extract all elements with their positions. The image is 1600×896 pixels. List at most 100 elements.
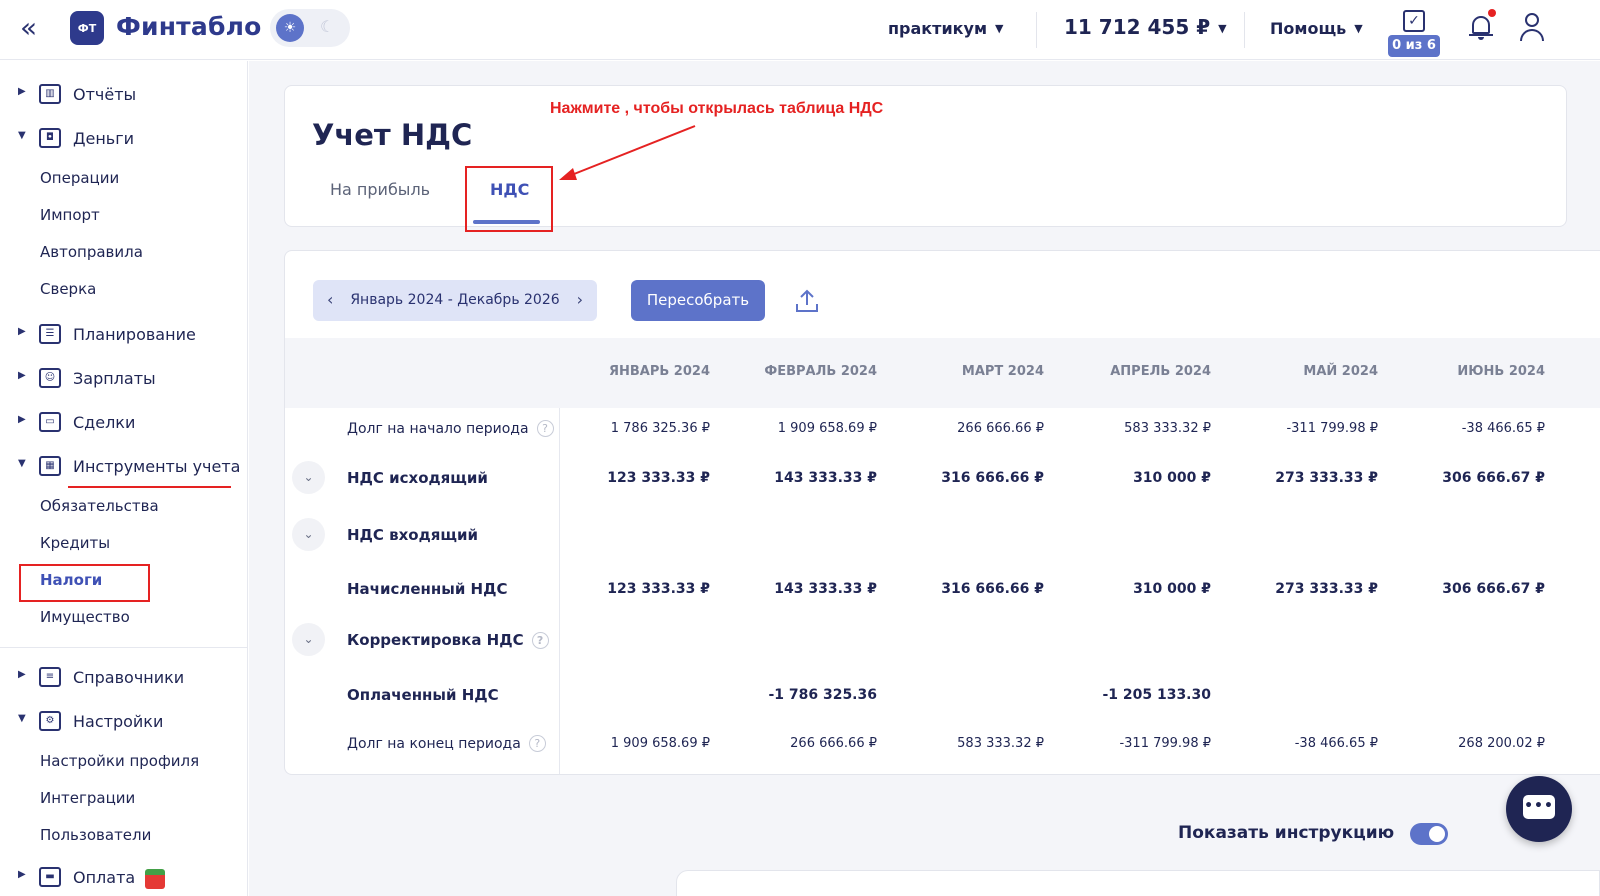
app-name: Финтабло (116, 12, 262, 41)
column-header: АПРЕЛЬ 2024 (1110, 364, 1211, 379)
moon-icon[interactable]: ☾ (320, 17, 334, 36)
top-bar: « ФТ Финтабло ☀ ☾ практикум ▼ 11 712 455 … (0, 0, 1600, 60)
notifications-bell-icon[interactable] (1468, 9, 1496, 42)
column-header: МАРТ 2024 (961, 364, 1044, 379)
column-header: МАЙ 2024 (1303, 364, 1378, 379)
annotation-text: Нажмите , чтобы открылась таблица НДС (550, 100, 884, 117)
sun-icon[interactable]: ☀ (276, 14, 304, 42)
user-profile-icon[interactable] (1518, 12, 1546, 42)
table-cell: 1 909 658.69 ₽ (777, 421, 877, 436)
annotation-arrow (559, 125, 696, 180)
sidebar-item-settings[interactable]: ▼ ⚙ Настройки (0, 704, 248, 740)
tab-profit[interactable]: На прибыль (330, 180, 430, 199)
column-header: ФЕВРАЛЬ 2024 (764, 364, 877, 379)
table-cell: 273 333.33 ₽ (1275, 581, 1378, 597)
notification-dot (1488, 9, 1496, 17)
sidebar-item-autorules[interactable]: Автоправила (40, 243, 143, 261)
reports-icon: ▥ (39, 84, 61, 104)
chevron-right-icon: ▶ (18, 669, 26, 680)
annotation-highlight-box (19, 564, 150, 602)
export-icon[interactable] (795, 288, 819, 314)
sidebar-item-operations[interactable]: Операции (40, 169, 119, 187)
sidebar-item-label: Зарплаты (73, 369, 156, 388)
row-label-text: Долг на начало периода (347, 421, 529, 437)
divider (1036, 12, 1037, 48)
org-select[interactable]: практикум ▼ (888, 19, 1003, 38)
table-icon: ▦ (39, 456, 61, 476)
help-menu[interactable]: Помощь ▼ (1270, 19, 1363, 38)
sidebar-item-accounting-tools[interactable]: ▼ ▦ Инструменты учета (0, 449, 248, 485)
table-cell: 1 786 325.36 ₽ (610, 421, 710, 436)
sidebar-item-salaries[interactable]: ▶ ☺ Зарплаты (0, 361, 248, 397)
clipboard-icon: ≡ (39, 667, 61, 687)
sidebar-item-directories[interactable]: ▶ ≡ Справочники (0, 660, 248, 696)
period-label: Январь 2024 - Декабрь 2026 (350, 292, 560, 308)
sidebar-item-payment[interactable]: ▶ ▬ Оплата (0, 860, 248, 896)
table-cell: 316 666.66 ₽ (941, 581, 1044, 597)
chevron-right-icon: ▶ (18, 326, 26, 337)
table-cell: 266 666.66 ₽ (957, 421, 1044, 436)
sidebar-item-import[interactable]: Импорт (40, 206, 100, 224)
wallet-icon: ◘ (39, 128, 61, 148)
collapse-sidebar-icon[interactable]: « (20, 14, 46, 44)
sidebar-item-profile-settings[interactable]: Настройки профиля (40, 752, 199, 770)
table-cell: -38 466.65 ₽ (1294, 736, 1378, 751)
expand-row-chevron-icon[interactable]: ⌄ (292, 623, 325, 656)
sidebar-item-label: Инструменты учета (73, 457, 241, 476)
sidebar-item-label: Справочники (73, 668, 185, 687)
credit-card-icon: ▬ (39, 867, 61, 887)
sidebar-item-users[interactable]: Пользователи (40, 826, 151, 844)
help-icon[interactable]: ? (528, 735, 546, 752)
table-cell: 310 000 ₽ (1133, 470, 1211, 486)
table-cell: 123 333.33 ₽ (607, 470, 710, 486)
tasks-badge: 0 из 6 (1388, 35, 1440, 57)
row-label: Оплаченный НДС (347, 686, 499, 704)
table-cell: 583 333.32 ₽ (957, 736, 1044, 751)
table-cell: -38 466.65 ₽ (1461, 421, 1545, 436)
chevron-down-icon: ▼ (1354, 22, 1363, 35)
expand-row-chevron-icon[interactable]: ⌄ (292, 518, 325, 551)
table-cell: 123 333.33 ₽ (607, 581, 710, 597)
chevron-down-icon: ▼ (18, 458, 26, 469)
period-picker[interactable]: ‹ Январь 2024 - Декабрь 2026 › (313, 280, 597, 321)
chevron-down-icon: ▼ (1218, 22, 1227, 35)
gift-icon (145, 869, 165, 889)
row-label: Корректировка НДС? (347, 631, 549, 649)
sidebar-item-money[interactable]: ▼ ◘ Деньги (0, 121, 248, 157)
table-cell: -311 799.98 ₽ (1119, 736, 1211, 751)
row-label: Долг на конец периода? (347, 735, 546, 752)
show-instruction-toggle[interactable] (1410, 823, 1448, 845)
theme-toggle[interactable]: ☀ ☾ (270, 9, 350, 47)
table-cell: 316 666.66 ₽ (941, 470, 1044, 486)
chevron-right-icon[interactable]: › (577, 290, 583, 309)
toggle-knob (1429, 826, 1445, 842)
sidebar-item-reconciliation[interactable]: Сверка (40, 280, 96, 298)
chevron-down-icon: ▼ (18, 130, 26, 141)
sidebar-item-reports[interactable]: ▶ ▥ Отчёты (0, 77, 248, 113)
divider (0, 647, 248, 648)
help-label: Помощь (1270, 19, 1347, 38)
chat-button[interactable]: ••• (1506, 776, 1572, 842)
help-icon[interactable]: ? (536, 420, 554, 437)
table-cell: 268 200.02 ₽ (1458, 736, 1545, 751)
row-label-text: Корректировка НДС (347, 631, 524, 649)
divider (1244, 12, 1245, 48)
table-cell: 306 666.67 ₽ (1442, 470, 1545, 486)
table-cell: 306 666.67 ₽ (1442, 581, 1545, 597)
tasks-button[interactable]: ✓ 0 из 6 (1388, 8, 1440, 58)
planning-icon: ☰ (39, 324, 61, 344)
balance-select[interactable]: 11 712 455 ₽ ▼ (1064, 15, 1227, 39)
sidebar-item-integrations[interactable]: Интеграции (40, 789, 135, 807)
sidebar-item-deals[interactable]: ▶ ▭ Сделки (0, 405, 248, 441)
sidebar-item-obligations[interactable]: Обязательства (40, 497, 159, 515)
help-icon[interactable]: ? (531, 632, 549, 649)
sidebar-item-credits[interactable]: Кредиты (40, 534, 110, 552)
rebuild-button[interactable]: Пересобрать (631, 280, 765, 321)
briefcase-icon: ▭ (39, 412, 61, 432)
table-cell: 143 333.33 ₽ (774, 470, 877, 486)
row-label: Долг на начало периода? (347, 420, 554, 437)
sidebar-item-property[interactable]: Имущество (40, 608, 130, 626)
sidebar-item-planning[interactable]: ▶ ☰ Планирование (0, 317, 248, 353)
expand-row-chevron-icon[interactable]: ⌄ (292, 461, 325, 494)
chevron-right-icon: ▶ (18, 370, 26, 381)
